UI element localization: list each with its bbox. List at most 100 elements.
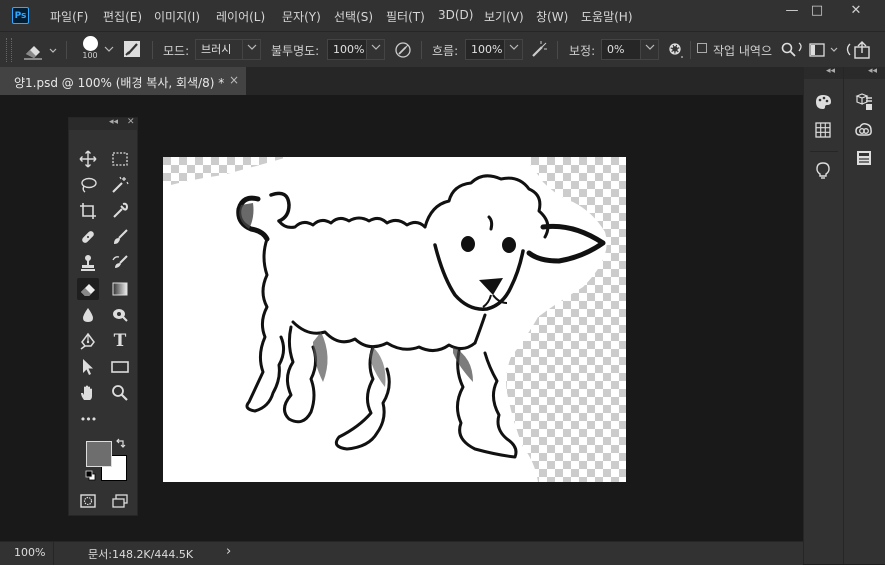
brush-tool[interactable]: [109, 226, 131, 248]
pen-tool[interactable]: [77, 330, 99, 352]
menu-3d[interactable]: 3D(D): [438, 8, 473, 22]
opacity-input[interactable]: 100%: [327, 39, 367, 60]
hand-tool[interactable]: [77, 382, 99, 404]
flow-input[interactable]: 100%: [465, 39, 505, 60]
color-panel-button[interactable]: [812, 91, 834, 113]
workspace-switcher[interactable]: [807, 41, 839, 59]
maximize-button[interactable]: □: [800, 0, 834, 22]
collapse-icon[interactable]: ◂◂: [826, 66, 835, 76]
marquee-icon: [112, 152, 128, 166]
sheep-eye: [461, 236, 475, 252]
menu-layer[interactable]: 레이어(L): [216, 8, 265, 25]
dodge-icon: [113, 309, 128, 322]
healing-brush-tool[interactable]: [77, 226, 99, 248]
dock-header[interactable]: ◂◂: [844, 66, 885, 79]
eyedropper-tool[interactable]: [109, 200, 131, 222]
collapse-icon[interactable]: ◂◂: [868, 66, 877, 76]
marquee-tool[interactable]: [109, 148, 131, 170]
close-icon[interactable]: ✕: [127, 117, 135, 127]
sheep-shading: [313, 332, 328, 382]
path-selection-icon: [83, 359, 93, 375]
menu-view[interactable]: 보기(V): [484, 8, 524, 25]
eraser-tool[interactable]: [77, 278, 99, 300]
dock-header[interactable]: ◂◂: [804, 66, 843, 79]
history-checkbox[interactable]: [697, 43, 707, 53]
pressure-opacity-toggle[interactable]: [393, 40, 413, 60]
airbrush-toggle[interactable]: [530, 40, 550, 60]
default-colors-icon[interactable]: [85, 470, 97, 482]
separator: [557, 41, 558, 59]
history-brush-tool[interactable]: [109, 252, 131, 274]
opacity-dropdown[interactable]: [367, 39, 385, 60]
document-tab-close[interactable]: ×: [229, 73, 239, 87]
document-tab[interactable]: 양1.psd @ 100% (배경 복사, 회색/8) * ×: [0, 67, 246, 95]
panel-dock-icons-secondary: ◂◂: [843, 66, 885, 564]
pen-icon: [80, 332, 95, 350]
flow-label: 흐름:: [432, 44, 459, 58]
options-grip[interactable]: [6, 38, 12, 62]
mode-select[interactable]: 브러시: [195, 39, 243, 60]
smoothing-input[interactable]: 0%: [601, 39, 641, 60]
brush-tip-icon: [82, 36, 98, 51]
type-tool[interactable]: T: [109, 330, 131, 352]
lasso-tool[interactable]: [77, 174, 99, 196]
properties-panel-button[interactable]: [853, 147, 875, 169]
zoom-level[interactable]: 100%: [14, 546, 45, 559]
tools-panel[interactable]: ◂◂ ✕ T •••: [68, 117, 138, 516]
separator: [53, 542, 54, 565]
properties-icon: [857, 151, 871, 165]
document-size-info[interactable]: 문서:148.2K/444.5K: [88, 546, 193, 562]
search-icon[interactable]: [781, 41, 797, 59]
collapse-icon[interactable]: ◂◂: [109, 117, 118, 127]
share-icon[interactable]: [852, 40, 872, 60]
rectangle-tool[interactable]: [109, 356, 131, 378]
brush-preset-picker[interactable]: 100: [78, 35, 102, 65]
path-selection-tool[interactable]: [77, 356, 99, 378]
menu-file[interactable]: 파일(F): [50, 8, 88, 25]
menu-edit[interactable]: 편집(E): [103, 8, 142, 25]
move-icon: [79, 150, 97, 168]
menu-window[interactable]: 창(W): [536, 8, 568, 25]
brush-settings-toggle[interactable]: [122, 39, 142, 59]
quick-mask-button[interactable]: [77, 490, 99, 512]
menu-image[interactable]: 이미지(I): [154, 8, 200, 25]
swatches-panel-button[interactable]: [812, 119, 834, 141]
sheep-nose: [479, 278, 503, 295]
libraries-panel-button[interactable]: [853, 119, 875, 141]
foreground-color-swatch[interactable]: [86, 441, 112, 467]
blur-tool[interactable]: [77, 304, 99, 326]
status-menu-arrow[interactable]: ›: [226, 544, 231, 559]
crop-tool[interactable]: [77, 200, 99, 222]
tool-preset-picker[interactable]: [22, 40, 58, 63]
learn-panel-button[interactable]: [812, 160, 834, 182]
screen-mode-icon: [112, 494, 128, 508]
mode-dropdown[interactable]: [243, 39, 261, 60]
more-tools-button[interactable]: •••: [77, 408, 99, 430]
swap-colors-icon[interactable]: [115, 438, 127, 450]
3d-panel-button[interactable]: [853, 91, 875, 113]
zoom-icon: [112, 385, 128, 401]
brush-panel-icon: [124, 41, 140, 57]
menu-help[interactable]: 도움말(H): [581, 8, 633, 25]
magic-wand-tool[interactable]: [109, 174, 131, 196]
tools-panel-header[interactable]: ◂◂ ✕: [69, 117, 137, 130]
screen-mode-button[interactable]: [109, 490, 131, 512]
move-tool[interactable]: [77, 148, 99, 170]
document-canvas[interactable]: [163, 157, 626, 482]
smoothing-options-button[interactable]: [666, 40, 686, 60]
photoshop-logo[interactable]: Ps: [12, 7, 29, 24]
close-window-button[interactable]: ✕: [836, 0, 876, 22]
chevron-down-icon: [509, 44, 518, 50]
more-tools-icon: •••: [79, 412, 97, 426]
clone-stamp-tool[interactable]: [77, 252, 99, 274]
menu-select[interactable]: 선택(S): [334, 8, 373, 25]
gradient-tool[interactable]: [109, 278, 131, 300]
dodge-tool[interactable]: [109, 304, 131, 326]
smoothing-dropdown[interactable]: [641, 39, 659, 60]
brush-icon: [114, 229, 128, 244]
menu-type[interactable]: 문자(Y): [282, 8, 321, 25]
zoom-tool[interactable]: [109, 382, 131, 404]
chevron-down-icon[interactable]: [104, 45, 114, 53]
menu-filter[interactable]: 필터(T): [386, 8, 425, 25]
flow-dropdown[interactable]: [505, 39, 523, 60]
